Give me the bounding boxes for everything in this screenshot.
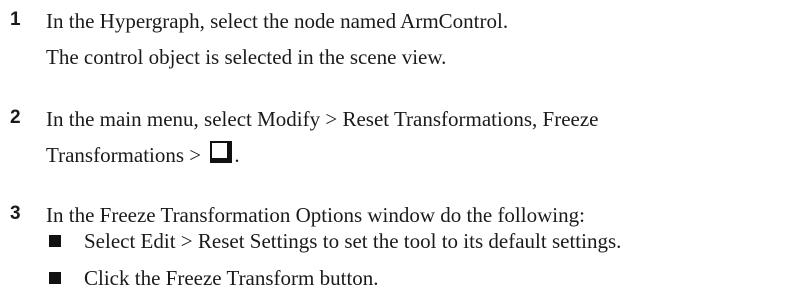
menu-path-text: Transformations > [46, 143, 207, 167]
period-text: . [234, 143, 240, 167]
step-number: 2 [10, 107, 21, 128]
step-result-text: The control object is selected in the sc… [46, 45, 447, 69]
step-text-continued: Transformations > . [46, 138, 240, 172]
step-text: In the Hypergraph, select the node named… [46, 9, 509, 33]
step-text: In the main menu, select Modify > Reset … [46, 107, 599, 131]
option-box-icon [210, 141, 233, 163]
bullet-text: Click the Freeze Transform button. [84, 266, 379, 290]
bullet-icon [49, 272, 61, 284]
bullet-text: Select Edit > Reset Settings to set the … [84, 229, 622, 253]
instruction-document: 1 In the Hypergraph, select the node nam… [0, 0, 788, 300]
bullet-icon [49, 235, 61, 247]
step-number: 3 [10, 203, 21, 224]
step-number: 1 [10, 9, 21, 30]
